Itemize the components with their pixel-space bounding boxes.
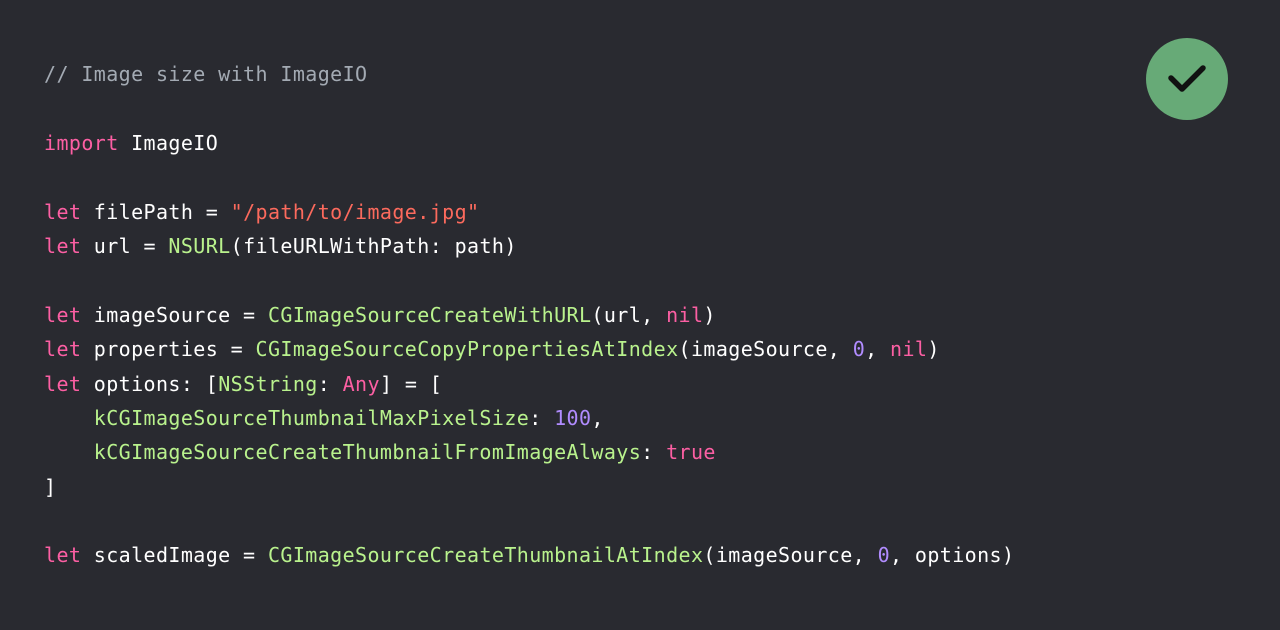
code-block: // Image size with ImageIO import ImageI…	[44, 57, 1014, 573]
code-line: let scaledImage = CGImageSourceCreateThu…	[44, 538, 1014, 572]
code-token-plain: (imageSource,	[678, 337, 853, 362]
code-token-keyword: let	[44, 302, 82, 327]
code-line: kCGImageSourceThumbnailMaxPixelSize: 100…	[44, 401, 1014, 435]
code-token-plain: :	[317, 371, 343, 396]
code-line: // Image size with ImageIO	[44, 57, 1014, 91]
code-token-plain: ,	[865, 337, 891, 362]
code-token-keyword: let	[44, 543, 82, 568]
code-token-type: NSURL	[168, 233, 231, 258]
code-token-func: kCGImageSourceCreateThumbnailFromImageAl…	[93, 440, 642, 465]
code-token-keyword: nil	[666, 302, 704, 327]
code-token-plain: , options)	[890, 543, 1015, 568]
code-token-keyword: let	[44, 199, 82, 224]
code-token-keyword: Any	[342, 371, 380, 396]
checkmark-icon	[1168, 65, 1206, 92]
code-line: ]	[44, 470, 1014, 504]
code-token-keyword: let	[44, 371, 82, 396]
code-token-plain: :	[641, 440, 667, 465]
code-token-plain: ImageIO	[118, 130, 219, 155]
code-token-number: 100	[554, 405, 592, 430]
code-line: kCGImageSourceCreateThumbnailFromImageAl…	[44, 435, 1014, 469]
code-token-keyword: let	[44, 337, 82, 362]
code-token-number: 0	[852, 337, 866, 362]
code-token-plain: scaledImage =	[81, 543, 268, 568]
code-token-plain: :	[529, 405, 555, 430]
code-snippet-canvas: // Image size with ImageIO import ImageI…	[0, 0, 1280, 630]
success-badge	[1146, 38, 1228, 120]
code-line: import ImageIO	[44, 126, 1014, 160]
code-token-plain: (fileURLWithPath: path)	[230, 233, 517, 258]
code-token-func: CGImageSourceCreateWithURL	[267, 302, 592, 327]
code-token-plain: )	[703, 302, 716, 327]
code-token-func: CGImageSourceCreateThumbnailAtIndex	[267, 543, 704, 568]
code-token-type: NSString	[218, 371, 318, 396]
code-token-plain: (imageSource,	[703, 543, 878, 568]
code-token-plain: url =	[81, 233, 169, 258]
code-line: let filePath = "/path/to/image.jpg"	[44, 195, 1014, 229]
code-token-comment: // Image size with ImageIO	[44, 62, 368, 86]
code-line: let options: [NSString: Any] = [	[44, 367, 1014, 401]
code-token-plain: (url,	[591, 302, 667, 327]
code-token-string: "/path/to/image.jpg"	[230, 199, 480, 224]
code-token-plain: filePath =	[81, 199, 231, 224]
code-token-keyword: let	[44, 233, 82, 258]
code-token-plain: imageSource =	[81, 302, 268, 327]
code-token-number: 0	[877, 543, 891, 568]
code-token-keyword: nil	[890, 337, 928, 362]
code-token-func: CGImageSourceCopyPropertiesAtIndex	[255, 337, 679, 362]
code-token-keyword: true	[666, 440, 716, 465]
code-token-plain: )	[927, 337, 940, 362]
code-line: let imageSource = CGImageSourceCreateWit…	[44, 298, 1014, 332]
code-token-plain: options: [	[81, 371, 219, 396]
code-token-plain: properties =	[81, 337, 256, 362]
code-token-func: kCGImageSourceThumbnailMaxPixelSize	[93, 405, 530, 430]
code-token-plain: ,	[591, 405, 604, 430]
code-token-plain: ] = [	[379, 371, 443, 396]
code-line: let url = NSURL(fileURLWithPath: path)	[44, 229, 1014, 263]
code-token-plain: ]	[44, 474, 57, 499]
code-token-keyword: import	[44, 130, 119, 155]
code-line: let properties = CGImageSourceCopyProper…	[44, 332, 1014, 366]
